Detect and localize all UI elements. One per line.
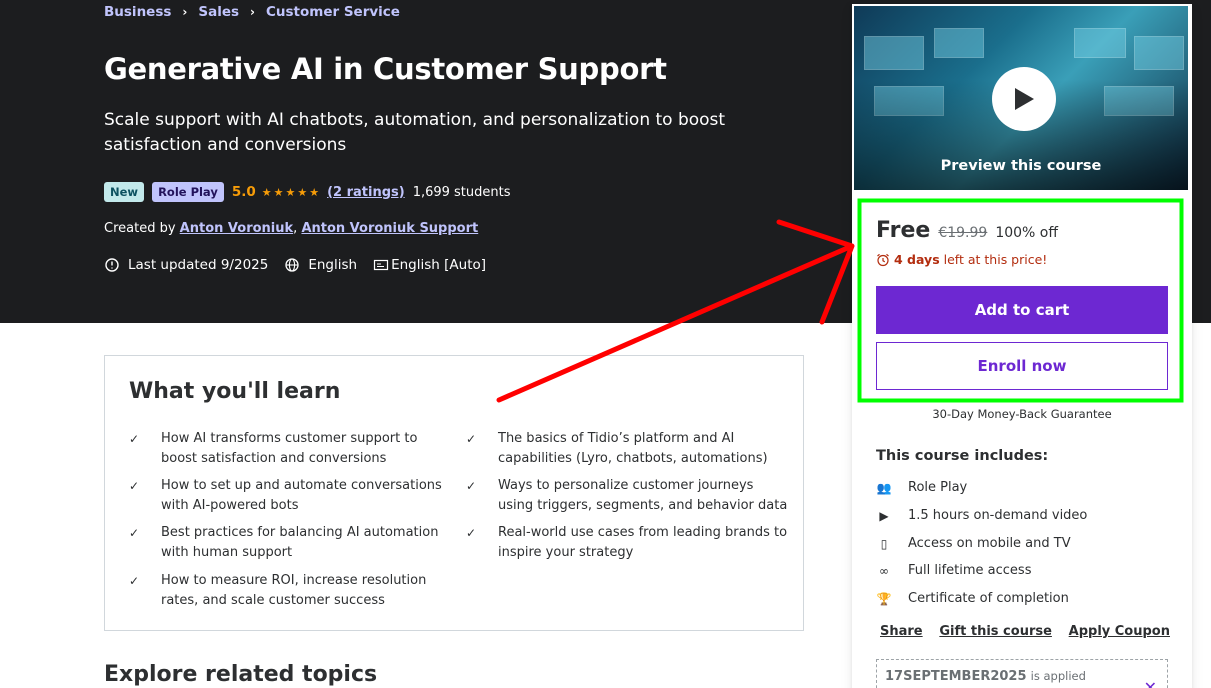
learn-item-text: Best practices for balancing AI automati… bbox=[161, 525, 439, 560]
learn-item: ✓ How AI transforms customer support to … bbox=[129, 429, 451, 469]
learn-item: ✓ How to measure ROI, increase resolutio… bbox=[129, 571, 451, 611]
trophy-icon: 🏆 bbox=[876, 591, 892, 606]
check-icon: ✓ bbox=[129, 432, 140, 446]
breadcrumb: Business › Sales › Customer Service bbox=[104, 4, 400, 20]
alarm-clock-icon bbox=[877, 253, 889, 266]
globe-icon bbox=[285, 258, 299, 272]
breadcrumb-business[interactable]: Business bbox=[104, 4, 171, 20]
video-icon: ▶ bbox=[879, 508, 889, 523]
coupon-code: 17SEPTEMBER2025 bbox=[885, 669, 1027, 684]
timer-text: left at this price! bbox=[943, 252, 1048, 267]
chevron-right-icon: › bbox=[250, 5, 255, 19]
applied-coupon: 17SEPTEMBER2025 is applied ✕ bbox=[876, 659, 1168, 688]
what-you-learn-title: What you'll learn bbox=[129, 379, 341, 404]
current-price: Free bbox=[876, 218, 931, 243]
learn-item-text: How to set up and automate conversations… bbox=[161, 478, 442, 513]
preview-label: Preview this course bbox=[940, 158, 1102, 174]
rating-value: 5.0 bbox=[231, 184, 256, 200]
course-stats: New Role Play 5.0 ★★★★★ (2 ratings) 1,69… bbox=[104, 182, 511, 202]
course-language: English bbox=[308, 257, 358, 273]
course-preview[interactable]: Preview this course bbox=[854, 6, 1188, 190]
learn-item-text: How AI transforms customer support to bo… bbox=[161, 431, 418, 466]
money-back-guarantee: 30-Day Money-Back Guarantee bbox=[932, 407, 1112, 421]
new-badge: New bbox=[104, 182, 145, 202]
breadcrumb-customer-service[interactable]: Customer Service bbox=[266, 4, 400, 20]
gift-course-link[interactable]: Gift this course bbox=[939, 624, 1052, 639]
play-button[interactable] bbox=[992, 67, 1056, 131]
role-play-icon: 👥 bbox=[876, 480, 892, 495]
includes-title: This course includes: bbox=[876, 448, 1049, 464]
timer-days: 4 days bbox=[894, 252, 940, 267]
include-item-label: 1.5 hours on-demand video bbox=[908, 508, 1088, 523]
chevron-right-icon: › bbox=[182, 5, 188, 19]
sidebar-links: Share Gift this course Apply Coupon bbox=[880, 624, 1170, 639]
course-meta: Last updated 9/2025 English English [Aut… bbox=[104, 257, 486, 273]
check-icon: ✓ bbox=[466, 526, 477, 540]
coupon-applied-text: is applied bbox=[1030, 669, 1086, 683]
closed-captions-icon bbox=[373, 259, 389, 271]
check-icon: ✓ bbox=[466, 432, 477, 446]
include-item-label: Full lifetime access bbox=[908, 563, 1032, 578]
add-to-cart-button[interactable]: Add to cart bbox=[876, 286, 1168, 334]
include-item-mobile: ▯ Access on mobile and TV bbox=[876, 536, 1071, 551]
students-count: 1,699 students bbox=[412, 184, 511, 200]
created-by: Created by Anton Voroniuk, Anton Voroniu… bbox=[104, 221, 478, 236]
star-rating-icon: ★★★★★ bbox=[261, 185, 322, 199]
learn-item-text: How to measure ROI, increase resolution … bbox=[161, 573, 427, 608]
learn-item: ✓ Ways to personalize customer journeys … bbox=[466, 476, 788, 516]
mobile-icon: ▯ bbox=[880, 536, 888, 551]
instructor-link[interactable]: Anton Voroniuk bbox=[180, 221, 293, 236]
include-item-label: Access on mobile and TV bbox=[908, 536, 1071, 551]
share-link[interactable]: Share bbox=[880, 624, 923, 639]
remove-coupon-icon[interactable]: ✕ bbox=[1144, 678, 1157, 688]
learn-item: ✓ The basics of Tidio’s platform and AI … bbox=[466, 429, 788, 469]
discount-percent: 100% off bbox=[995, 225, 1058, 241]
include-item-role-play: 👥 Role Play bbox=[876, 480, 968, 495]
original-price: €19.99 bbox=[938, 225, 988, 241]
include-item-label: Certificate of completion bbox=[908, 591, 1069, 606]
learn-item-text: Real-world use cases from leading brands… bbox=[498, 525, 788, 560]
enroll-now-button[interactable]: Enroll now bbox=[876, 342, 1168, 390]
ratings-count-link[interactable]: (2 ratings) bbox=[327, 185, 405, 200]
check-icon: ✓ bbox=[466, 479, 477, 493]
instructor-link[interactable]: Anton Voroniuk Support bbox=[301, 221, 478, 236]
course-title: Generative AI in Customer Support bbox=[104, 52, 667, 86]
include-item-certificate: 🏆 Certificate of completion bbox=[876, 591, 1069, 606]
learn-item: ✓ Best practices for balancing AI automa… bbox=[129, 523, 451, 563]
learn-item: ✓ How to set up and automate conversatio… bbox=[129, 476, 451, 516]
course-captions: English [Auto] bbox=[391, 257, 487, 273]
instructor-separator: , bbox=[293, 221, 298, 236]
play-icon bbox=[1015, 88, 1034, 110]
include-item-lifetime: ∞ Full lifetime access bbox=[876, 563, 1031, 578]
what-you-learn-box: What you'll learn ✓ How AI transforms cu… bbox=[104, 355, 804, 631]
include-item-video: ▶ 1.5 hours on-demand video bbox=[876, 508, 1087, 523]
last-updated: Last updated 9/2025 bbox=[128, 257, 269, 273]
learn-item: ✓ Real-world use cases from leading bran… bbox=[466, 523, 788, 563]
role-play-badge: Role Play bbox=[152, 182, 224, 202]
course-subtitle: Scale support with AI chatbots, automati… bbox=[104, 110, 726, 155]
breadcrumb-sales[interactable]: Sales bbox=[198, 4, 239, 20]
infinity-icon: ∞ bbox=[879, 563, 889, 578]
include-item-label: Role Play bbox=[908, 480, 968, 495]
alert-badge-icon bbox=[105, 258, 119, 272]
price-timer: 4 days left at this price! bbox=[876, 252, 1047, 267]
purchase-sidebar: Preview this course Free €19.99 100% off… bbox=[852, 4, 1192, 688]
price-row: Free €19.99 100% off bbox=[876, 218, 1058, 243]
learn-item-text: The basics of Tidio’s platform and AI ca… bbox=[498, 431, 768, 466]
apply-coupon-link[interactable]: Apply Coupon bbox=[1069, 624, 1170, 639]
learn-item-text: Ways to personalize customer journeys us… bbox=[498, 478, 788, 513]
check-icon: ✓ bbox=[129, 574, 140, 588]
created-by-label: Created by bbox=[104, 221, 176, 236]
related-topics-title: Explore related topics bbox=[104, 662, 378, 687]
check-icon: ✓ bbox=[129, 526, 140, 540]
check-icon: ✓ bbox=[129, 479, 140, 493]
